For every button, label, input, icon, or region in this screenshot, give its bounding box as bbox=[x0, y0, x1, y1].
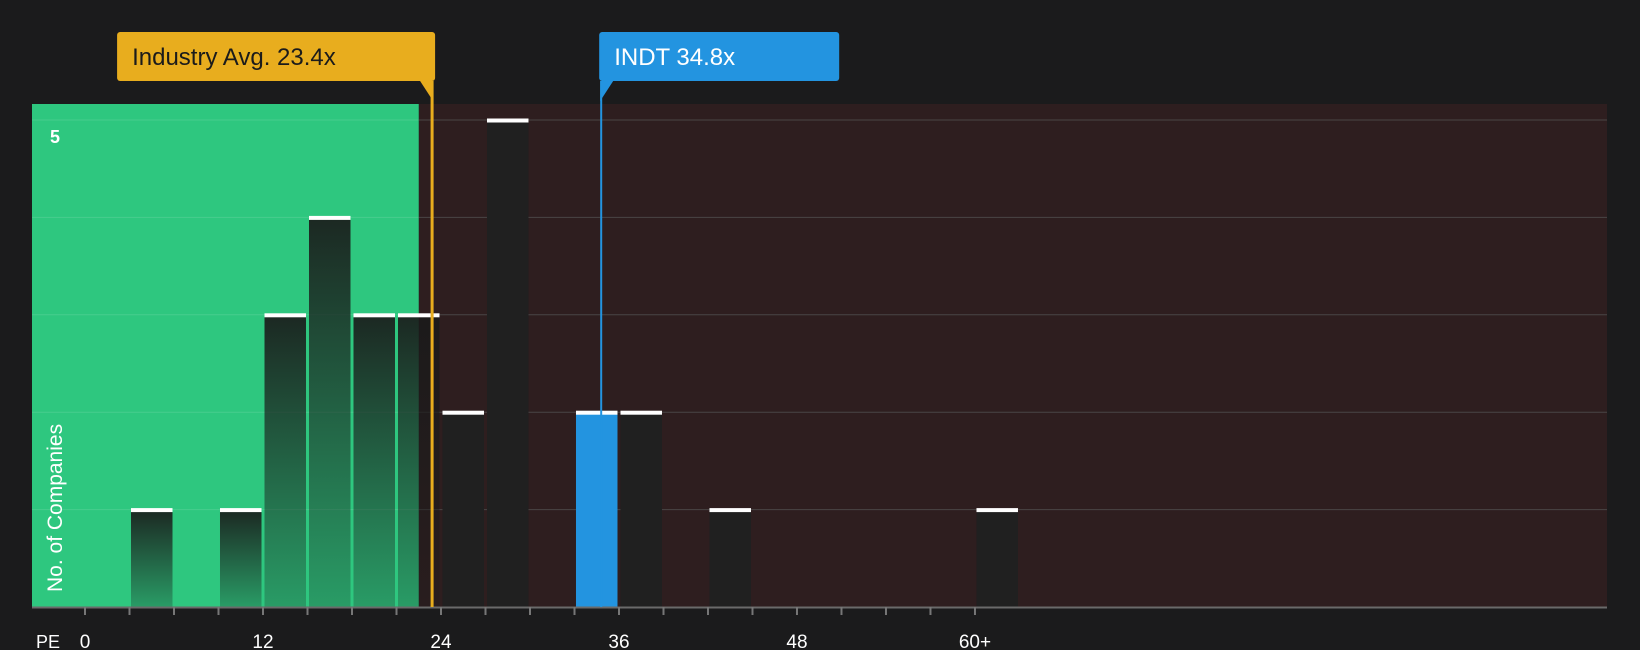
bar-top-cap bbox=[486, 118, 529, 123]
y-axis-label: No. of Companies bbox=[44, 424, 67, 592]
histogram-bar bbox=[486, 120, 529, 607]
bar-top-cap bbox=[308, 215, 351, 220]
bar-top-cap bbox=[976, 508, 1018, 513]
y-tick-label: 5 bbox=[50, 127, 60, 147]
x-tick-label: 24 bbox=[430, 632, 452, 650]
x-tick-label: 48 bbox=[786, 632, 807, 650]
histogram-bar bbox=[308, 217, 351, 607]
bar-top-cap bbox=[442, 410, 484, 415]
x-tick-label: 12 bbox=[252, 632, 273, 650]
histogram-bar bbox=[219, 509, 262, 607]
chart-svg: 0 12 24 36 48 60+ Industry Avg. 23.4x INDT 34.… bbox=[32, 32, 1608, 650]
highlight-bar bbox=[575, 412, 618, 607]
marker-label: Industry Avg. 23.4x bbox=[132, 44, 336, 71]
bar-top-cap bbox=[219, 508, 262, 513]
marker-label: INDT 34.8x bbox=[614, 44, 735, 71]
bar-top-cap bbox=[353, 313, 395, 318]
x-tick-label: 36 bbox=[608, 632, 629, 650]
x-tick-label: 0 bbox=[80, 632, 91, 650]
x-tick-label: 60+ bbox=[959, 632, 991, 650]
bar-top-cap bbox=[264, 313, 306, 318]
histogram-bar bbox=[976, 509, 1018, 607]
bar-top-cap bbox=[620, 410, 662, 415]
axis-layer: 0 12 24 36 48 60+ bbox=[32, 606, 1607, 650]
histogram-bar bbox=[620, 412, 662, 607]
pe-distribution-chart: 0 12 24 36 48 60+ Industry Avg. 23.4x INDT 34.… bbox=[0, 0, 1640, 650]
histogram-bar bbox=[264, 314, 306, 607]
bar-top-cap bbox=[709, 508, 751, 513]
bar-top-cap bbox=[130, 508, 173, 513]
histogram-bar bbox=[709, 509, 751, 607]
histogram-bar bbox=[442, 412, 484, 607]
x-axis-prefix: PE bbox=[36, 632, 60, 650]
histogram-bar bbox=[353, 314, 395, 607]
bar-top-cap bbox=[575, 410, 618, 415]
histogram-bar bbox=[130, 509, 173, 607]
